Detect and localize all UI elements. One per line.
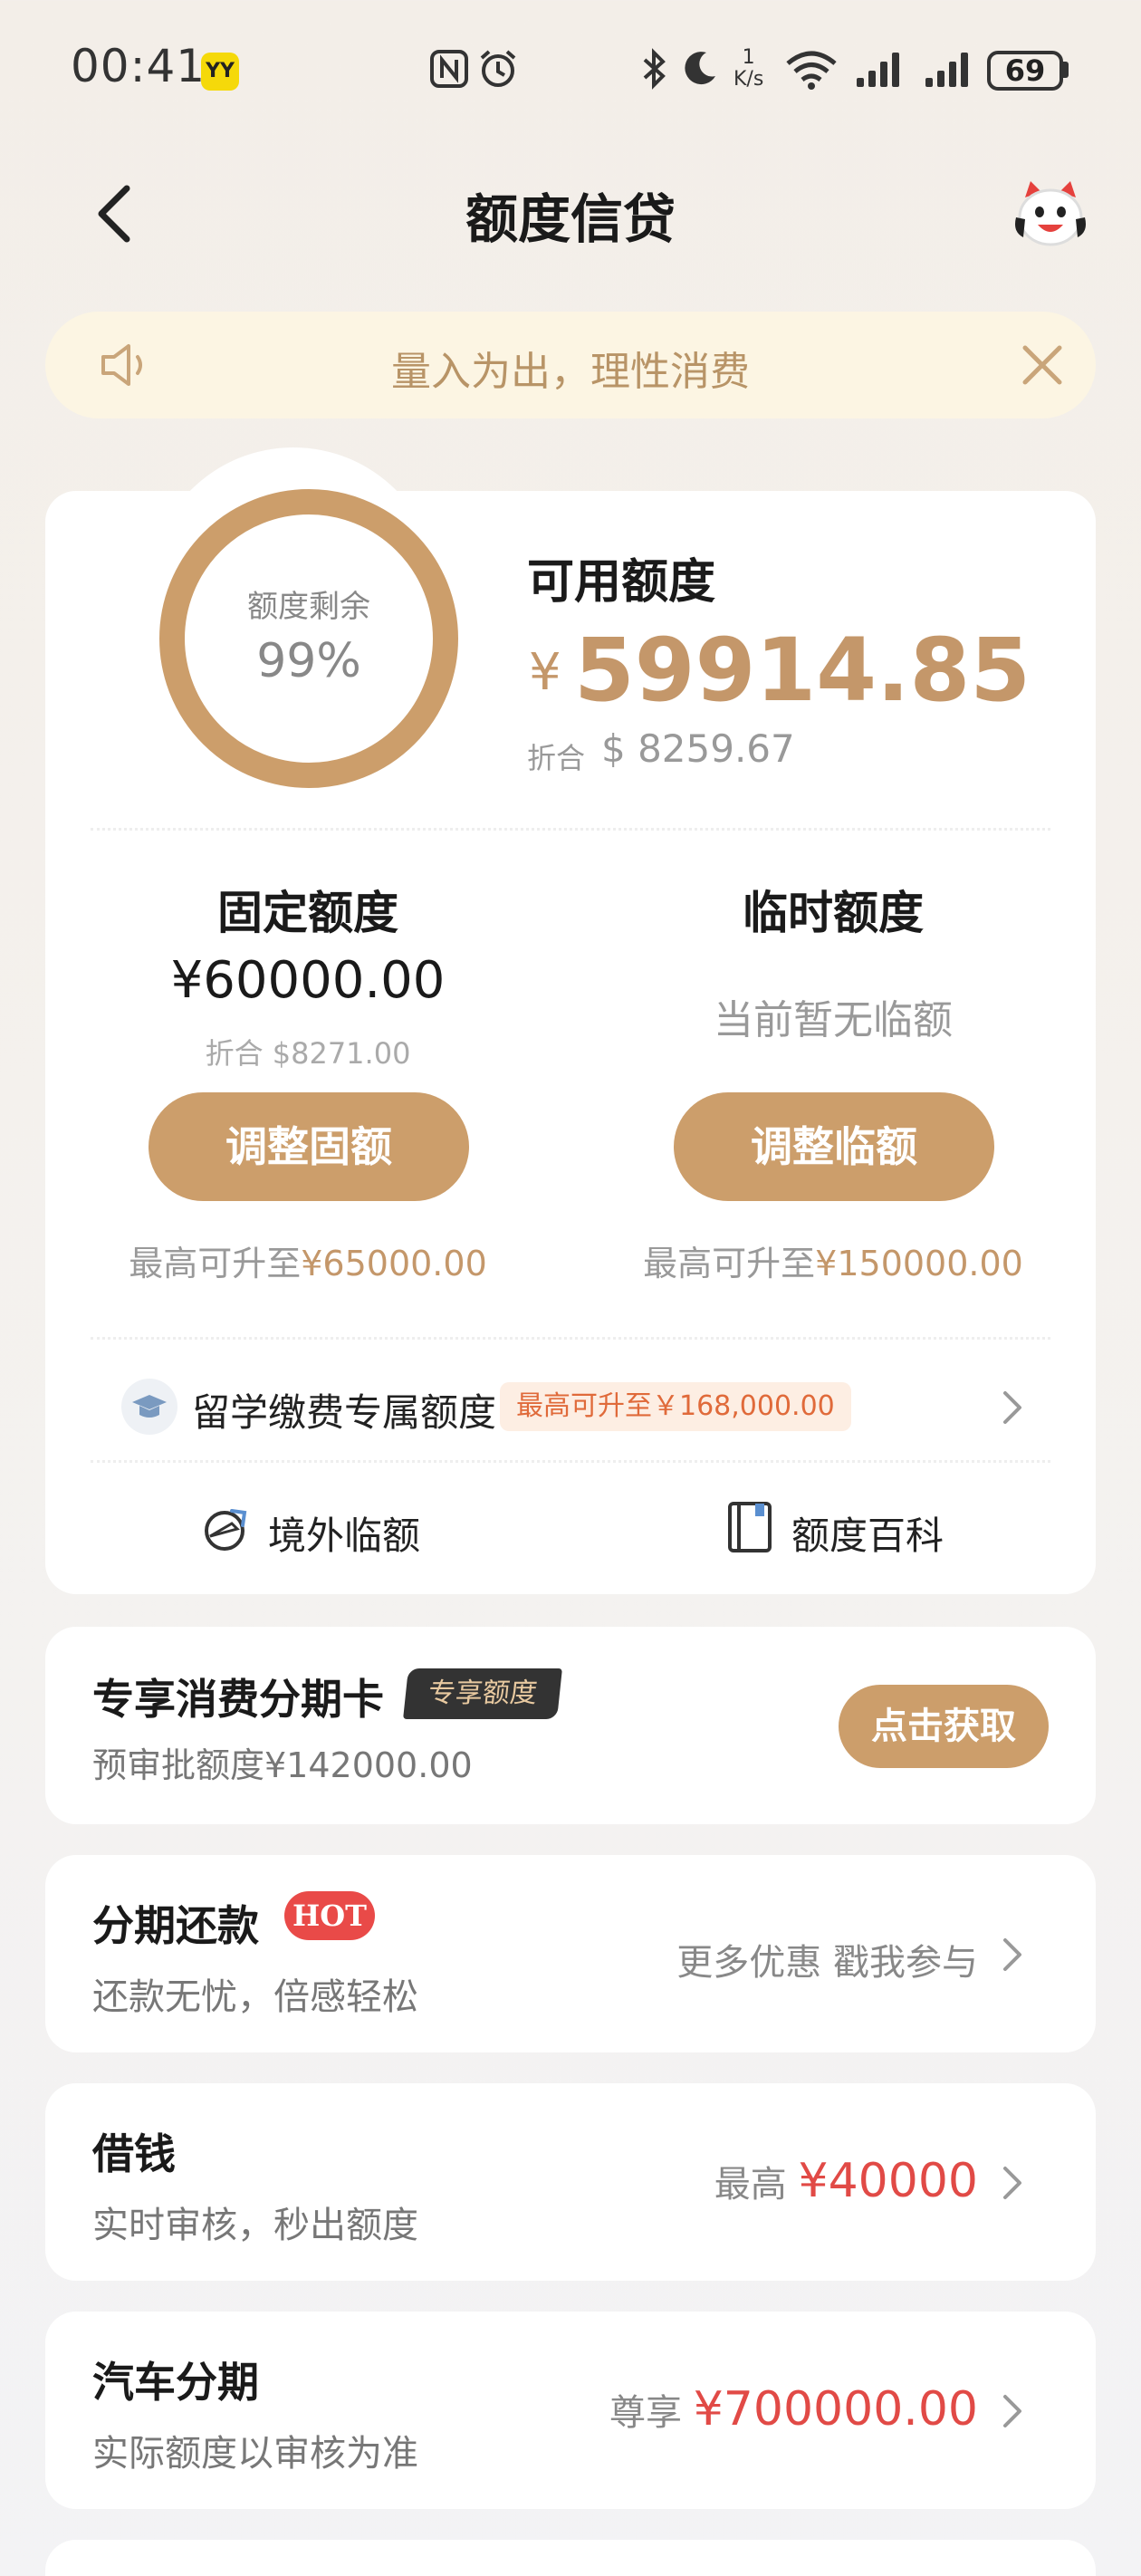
exclusive-card-title: 专享消费分期卡 (92, 1675, 384, 1724)
borrow-max-value: ¥40000 (798, 2154, 978, 2208)
alarm-icon (480, 50, 516, 87)
temp-max-note: 最高可升至¥150000.00 (580, 1235, 1087, 1285)
battery-tip (1063, 62, 1069, 78)
car-max-value: ¥700000.00 (693, 2382, 978, 2437)
nfc-icon (430, 50, 468, 88)
credit-encyclopedia-link[interactable]: 额度百科 (791, 1505, 944, 1561)
study-abroad-tag: 最高可升至￥168,000.00 (500, 1382, 851, 1431)
preapproved-amount: 预审批额度¥142000.00 (92, 1745, 473, 1785)
converted-label: 折合 (527, 741, 586, 775)
car-installment-subtitle: 实际额度以审核为准 (92, 2433, 418, 2475)
fixed-max-prefix: 最高可升至 (129, 1244, 302, 1283)
overseas-temp-credit-link[interactable]: 境外临额 (268, 1505, 420, 1561)
fixed-max-note: 最高可升至¥65000.00 (54, 1235, 561, 1285)
borrow-max-prefix: 最高 (714, 2164, 787, 2206)
borrow-money-title: 借钱 (92, 2129, 176, 2178)
fixed-credit-amount: ¥60000.00 (170, 951, 446, 1010)
available-currency-symbol: ¥ (529, 643, 561, 702)
chevron-right-icon (1003, 2167, 1021, 2199)
yy-app-icon: YY (201, 53, 239, 91)
hot-badge: HOT (284, 1891, 375, 1940)
temp-max-prefix: 最高可升至 (643, 1244, 816, 1283)
available-credit-label: 可用额度 (527, 555, 716, 610)
divider (91, 1460, 1050, 1463)
bluetooth-icon (643, 48, 666, 90)
notice-banner: 量入为出，理性消费 (45, 312, 1096, 418)
signal-icon-sim2 (925, 51, 974, 87)
network-speed-unit: K/s (734, 68, 764, 91)
chevron-right-icon (1003, 2395, 1021, 2427)
borrow-max-amount: 最高 ¥40000 (598, 2154, 978, 2208)
adjust-fixed-button[interactable]: 调整固额 (149, 1092, 469, 1201)
mascot-customer-service-icon[interactable] (1012, 178, 1088, 250)
do-not-disturb-moon-icon (685, 52, 715, 85)
converted-amount: $ 8259.67 (601, 726, 795, 771)
battery-indicator: 69 (987, 51, 1063, 91)
fixed-max-amount: ¥65000.00 (301, 1244, 487, 1283)
adjust-temp-button[interactable]: 调整临额 (674, 1092, 994, 1201)
car-installment-title: 汽车分期 (92, 2358, 259, 2407)
get-now-button[interactable]: 点击获取 (839, 1685, 1049, 1768)
network-speed: 1 K/s (734, 47, 763, 91)
installment-promo-text: 更多优惠 戳我参与 (676, 1942, 978, 1984)
network-speed-value: 1 (742, 46, 755, 69)
signal-icon-sim1 (857, 51, 906, 87)
overseas-credit-icon (205, 1509, 247, 1551)
remaining-label: 额度剩余 (247, 589, 370, 625)
graduation-cap-icon (121, 1379, 177, 1435)
encyclopedia-book-icon (728, 1502, 772, 1552)
chevron-right-icon (1003, 1391, 1021, 1424)
temp-credit-title: 临时额度 (743, 887, 924, 939)
available-credit-amount: 59914.85 (574, 620, 1031, 721)
close-icon[interactable] (1016, 339, 1069, 391)
notice-text: 量入为出，理性消费 (391, 349, 750, 395)
fixed-credit-converted: 折合 $8271.00 (205, 1036, 411, 1071)
exclusive-tag: 专享额度 (403, 1668, 562, 1719)
page-title: 额度信贷 (465, 188, 676, 250)
wifi-icon (786, 51, 837, 90)
car-max-amount: 尊享 ¥700000.00 (543, 2382, 978, 2437)
next-card-partial (45, 2540, 1096, 2576)
divider (91, 1337, 1050, 1340)
chevron-right-icon (1003, 1938, 1021, 1971)
temp-credit-status: 当前暂无临额 (714, 997, 953, 1043)
divider (91, 828, 1050, 831)
study-abroad-label: 留学缴费专属额度 (192, 1390, 497, 1435)
installment-repayment-title: 分期还款 (92, 1901, 259, 1950)
temp-max-amount: ¥150000.00 (815, 1244, 1023, 1283)
installment-repayment-subtitle: 还款无忧，倍感轻松 (92, 1976, 418, 2018)
remaining-percent: 99% (256, 634, 361, 688)
borrow-money-subtitle: 实时审核，秒出额度 (92, 2205, 418, 2246)
fixed-credit-title: 固定额度 (217, 887, 398, 939)
status-time: 00:41 (71, 40, 206, 92)
car-max-prefix: 尊享 (609, 2392, 682, 2434)
